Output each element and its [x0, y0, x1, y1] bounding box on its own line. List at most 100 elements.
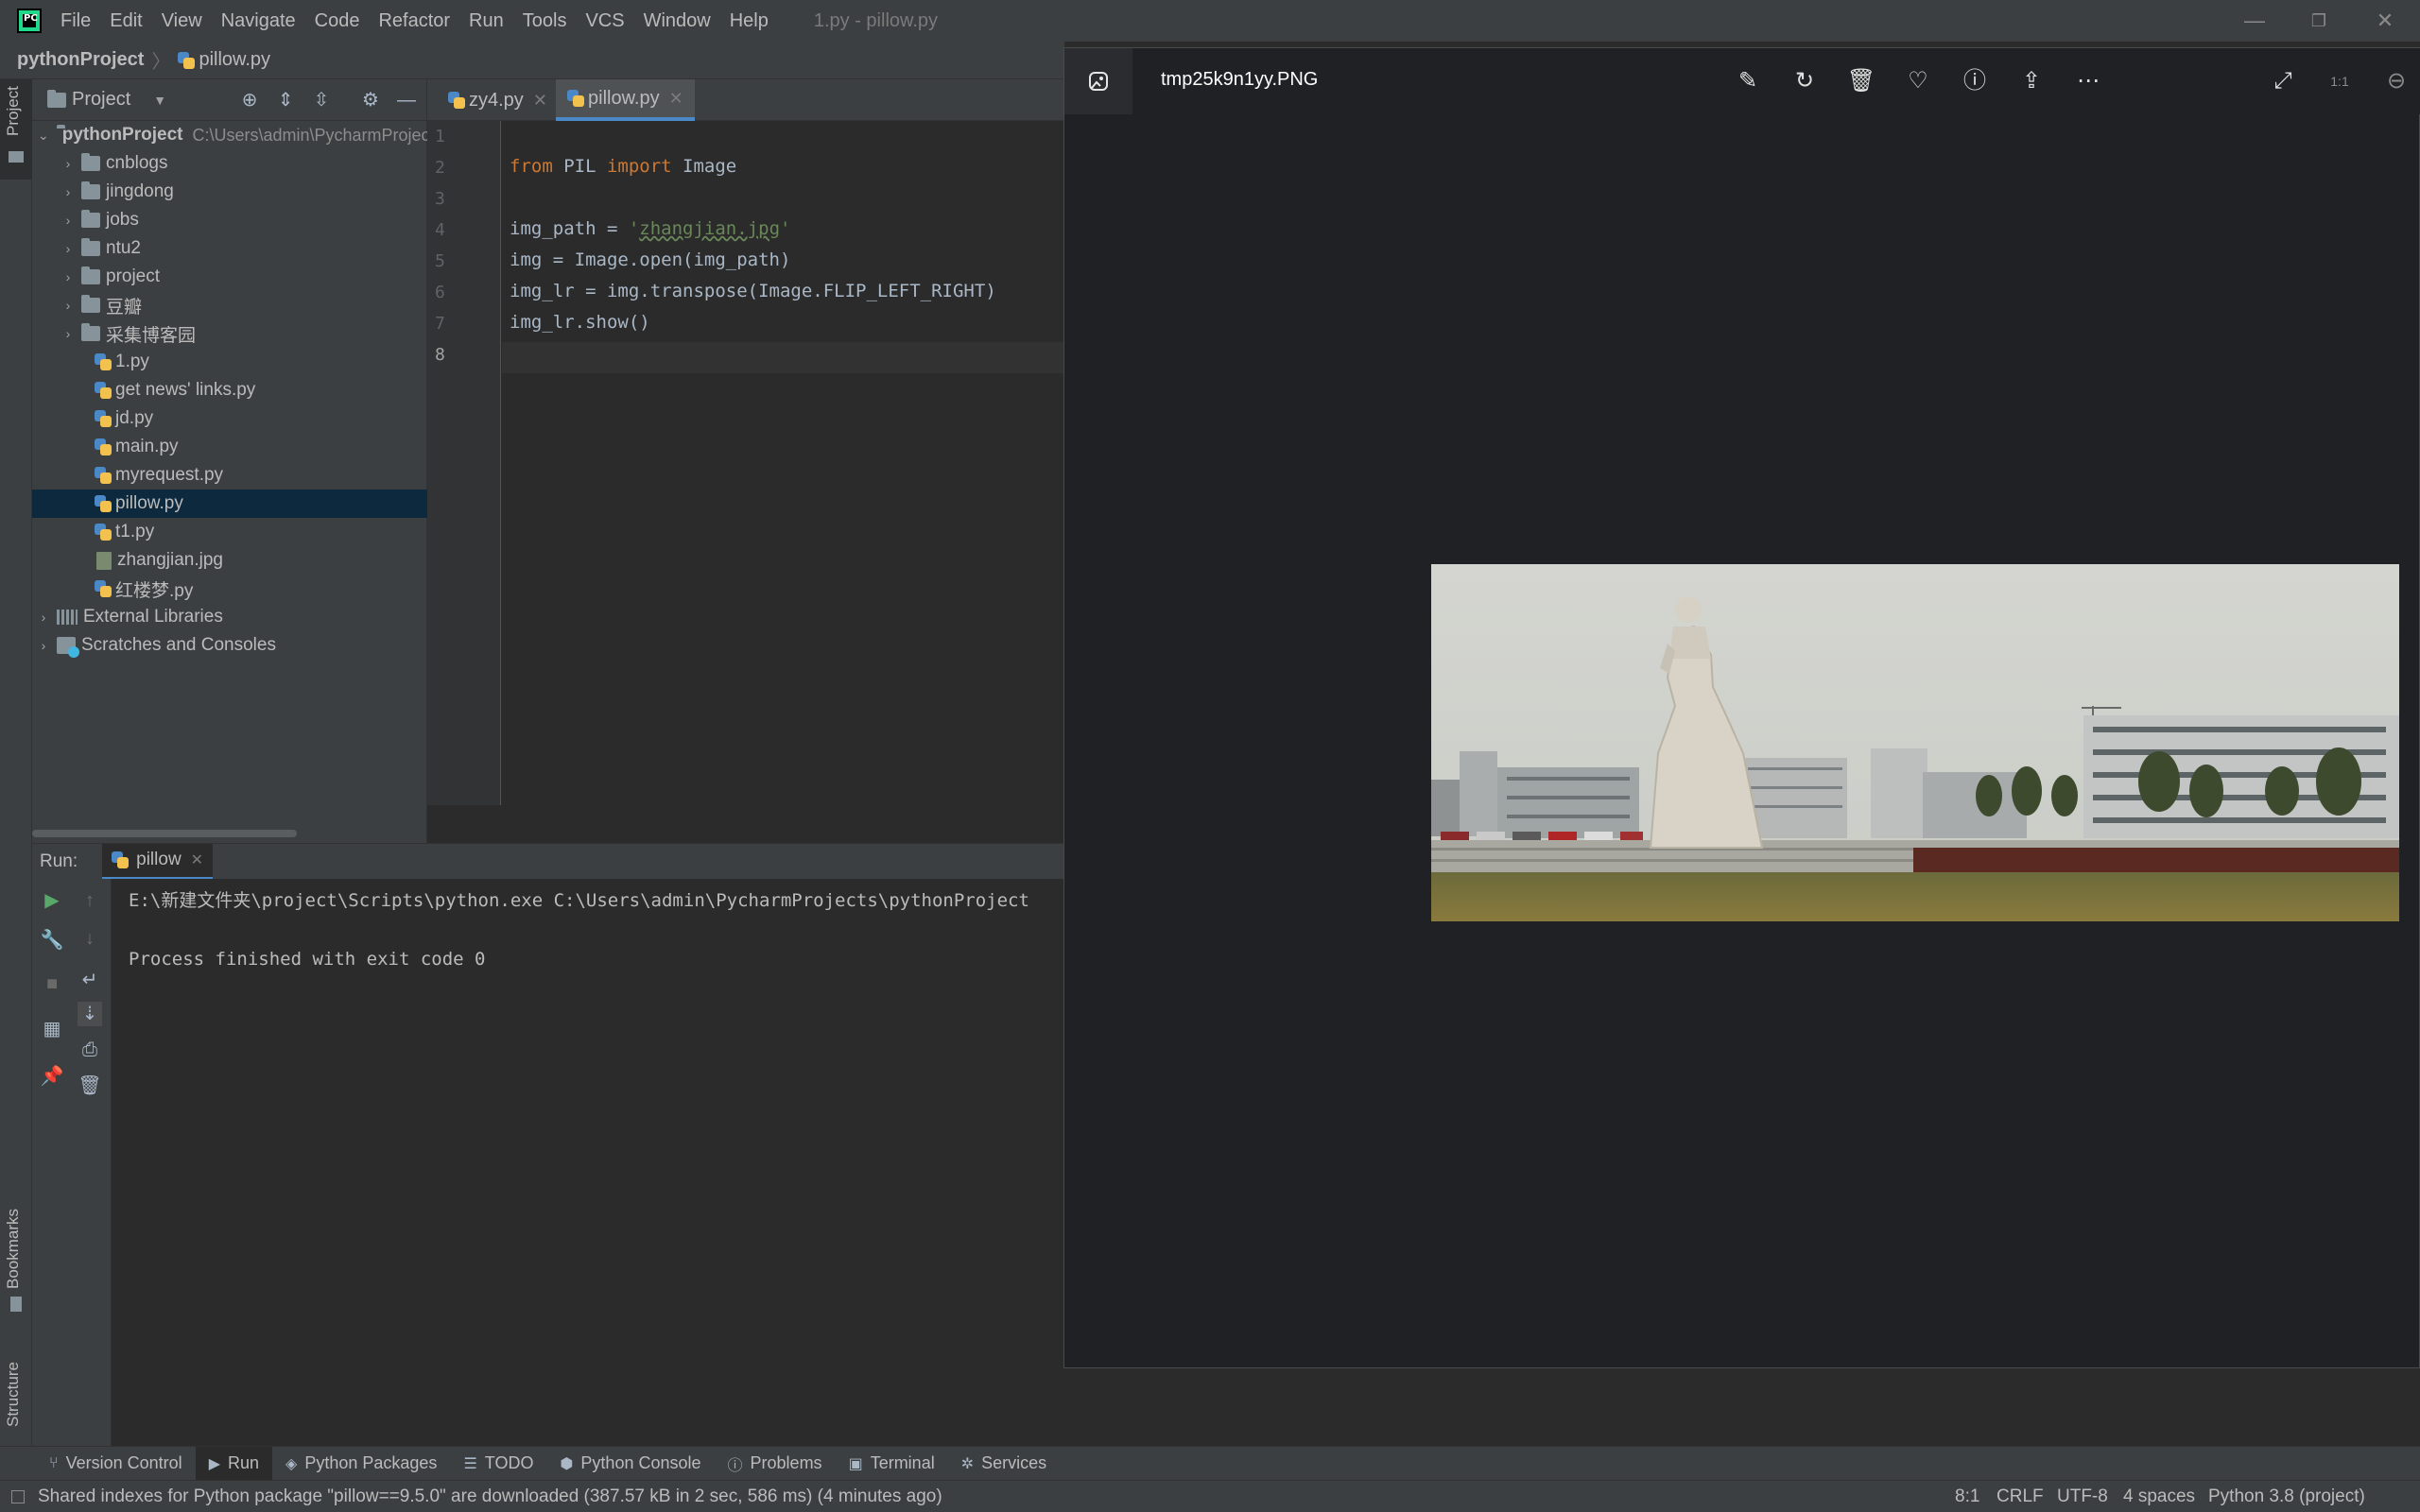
- stop-icon[interactable]: ■: [40, 971, 64, 996]
- menu-view[interactable]: View: [162, 10, 202, 32]
- tree-folder[interactable]: › jobs: [32, 206, 427, 234]
- rerun-icon[interactable]: ▶: [40, 888, 64, 913]
- restore-button[interactable]: ❐: [2286, 0, 2352, 42]
- chevron-right-icon[interactable]: ›: [62, 241, 74, 256]
- arrow-up-icon[interactable]: ↑: [78, 888, 102, 913]
- close-tab-icon[interactable]: ✕: [533, 91, 547, 111]
- collapse-all-icon[interactable]: ⇳: [310, 89, 333, 112]
- tool-windows-toggle-icon[interactable]: [11, 1489, 25, 1503]
- tool-version-control[interactable]: ⑂ Version Control: [36, 1447, 196, 1481]
- chevron-right-icon[interactable]: ›: [38, 610, 49, 625]
- favorite-icon[interactable]: ♡: [1902, 65, 1934, 97]
- caret-position[interactable]: 8:1: [1955, 1481, 1979, 1512]
- edit-icon[interactable]: ✎: [1732, 65, 1764, 97]
- menu-window[interactable]: Window: [644, 10, 711, 32]
- chevron-right-icon[interactable]: ›: [62, 298, 74, 313]
- tree-file[interactable]: 1.py: [32, 348, 427, 376]
- tree-file[interactable]: get news' links.py: [32, 376, 427, 404]
- project-tool-button[interactable]: Project: [0, 79, 32, 180]
- print-icon[interactable]: ⎙: [78, 1038, 102, 1062]
- menu-edit[interactable]: Edit: [110, 10, 142, 32]
- chevron-down-icon[interactable]: ▼: [153, 93, 166, 108]
- tool-terminal[interactable]: ▣ Terminal: [836, 1447, 948, 1481]
- tab-pillow[interactable]: pillow.py ✕: [556, 79, 695, 121]
- menu-help[interactable]: Help: [730, 10, 769, 32]
- menu-navigate[interactable]: Navigate: [221, 10, 296, 32]
- layout-icon[interactable]: ▦: [40, 1017, 64, 1041]
- chevron-right-icon[interactable]: ›: [62, 184, 74, 199]
- tree-external-libraries[interactable]: › External Libraries: [32, 603, 427, 631]
- trash-icon[interactable]: 🗑: [78, 1074, 102, 1098]
- close-tab-icon[interactable]: ✕: [191, 850, 203, 869]
- indent-setting[interactable]: 4 spaces: [2123, 1481, 2195, 1512]
- pin-icon[interactable]: 📌: [40, 1064, 64, 1089]
- rotate-icon[interactable]: ↻: [1789, 65, 1821, 97]
- horizontal-scrollbar[interactable]: [32, 830, 297, 837]
- python-interpreter[interactable]: Python 3.8 (project): [2208, 1481, 2365, 1512]
- fullscreen-icon[interactable]: ⤢: [2267, 65, 2299, 97]
- actual-size-icon[interactable]: 1:1: [2324, 65, 2356, 97]
- wrench-icon[interactable]: 🔧: [40, 928, 64, 953]
- run-config-tab[interactable]: pillow ✕: [102, 843, 214, 880]
- minimize-button[interactable]: —: [2221, 0, 2288, 42]
- tree-file[interactable]: t1.py: [32, 518, 427, 546]
- menu-tools[interactable]: Tools: [523, 10, 567, 32]
- tree-folder[interactable]: › cnblogs: [32, 149, 427, 178]
- tool-problems[interactable]: ⓘ Problems: [715, 1447, 836, 1481]
- chevron-right-icon[interactable]: ›: [62, 269, 74, 284]
- menu-file[interactable]: File: [60, 10, 91, 32]
- expand-all-icon[interactable]: ⇕: [274, 89, 297, 112]
- tree-folder[interactable]: › jingdong: [32, 178, 427, 206]
- menu-run[interactable]: Run: [469, 10, 504, 32]
- tree-file[interactable]: zhangjian.jpg: [32, 546, 427, 575]
- gear-icon[interactable]: ⚙: [359, 89, 382, 112]
- close-tab-icon[interactable]: ✕: [669, 89, 683, 109]
- tool-services[interactable]: ✲ Services: [948, 1447, 1060, 1481]
- tree-folder[interactable]: › ntu2: [32, 234, 427, 263]
- tree-file[interactable]: myrequest.py: [32, 461, 427, 490]
- zoom-out-icon[interactable]: ⊖: [2380, 65, 2412, 97]
- tool-todo[interactable]: ☰ TODO: [450, 1447, 546, 1481]
- hide-icon[interactable]: —: [395, 89, 418, 112]
- line-separator[interactable]: CRLF: [1996, 1481, 2044, 1512]
- displayed-photo[interactable]: [1431, 564, 2399, 921]
- menu-code[interactable]: Code: [315, 10, 360, 32]
- project-view-selector[interactable]: Project: [72, 89, 130, 111]
- menu-refactor[interactable]: Refactor: [378, 10, 450, 32]
- breadcrumb-file[interactable]: pillow.py: [199, 49, 270, 71]
- file-encoding[interactable]: UTF-8: [2057, 1481, 2108, 1512]
- run-console[interactable]: E:\新建文件夹\project\Scripts\python.exe C:\U…: [112, 879, 1064, 1446]
- chevron-right-icon[interactable]: ›: [62, 156, 74, 171]
- tree-file[interactable]: main.py: [32, 433, 427, 461]
- arrow-down-icon[interactable]: ↓: [78, 926, 102, 951]
- scroll-to-end-icon[interactable]: ⇣: [78, 1002, 102, 1026]
- tree-folder[interactable]: › 豆瓣: [32, 291, 427, 319]
- share-icon[interactable]: ⇪: [2015, 65, 2048, 97]
- tree-file[interactable]: jd.py: [32, 404, 427, 433]
- chevron-right-icon[interactable]: ›: [38, 638, 49, 653]
- soft-wrap-icon[interactable]: ↵: [78, 968, 102, 992]
- delete-icon[interactable]: 🗑: [1845, 65, 1877, 97]
- chevron-right-icon[interactable]: ›: [62, 326, 74, 341]
- tree-file-selected[interactable]: pillow.py: [32, 490, 427, 518]
- bookmarks-tool-button[interactable]: Bookmarks: [0, 1194, 32, 1317]
- tree-root[interactable]: ⌄ pythonProject C:\Users\admin\PycharmPr…: [32, 121, 427, 149]
- breadcrumb-project[interactable]: pythonProject: [17, 49, 144, 71]
- chevron-right-icon[interactable]: ›: [62, 213, 74, 228]
- photos-app-icon[interactable]: [1064, 48, 1132, 114]
- tool-python-console[interactable]: ⬢ Python Console: [546, 1447, 714, 1481]
- tree-scratches[interactable]: › Scratches and Consoles: [32, 631, 427, 660]
- status-message[interactable]: Shared indexes for Python package "pillo…: [38, 1486, 942, 1507]
- info-icon[interactable]: ⓘ: [1959, 65, 1991, 97]
- structure-tool-button[interactable]: Structure: [0, 1336, 32, 1440]
- code-editor[interactable]: from PIL import Image img_path = 'zhangj…: [502, 121, 1064, 805]
- locate-icon[interactable]: ⊕: [238, 89, 261, 112]
- chevron-down-icon[interactable]: ⌄: [38, 128, 49, 144]
- tree-folder[interactable]: › 采集博客园: [32, 319, 427, 348]
- tree-file[interactable]: 红楼梦.py: [32, 575, 427, 603]
- tool-python-packages[interactable]: ◈ Python Packages: [272, 1447, 450, 1481]
- tree-folder[interactable]: › project: [32, 263, 427, 291]
- menu-vcs[interactable]: VCS: [585, 10, 624, 32]
- more-icon[interactable]: ⋯: [2072, 65, 2104, 97]
- tab-zy4[interactable]: zy4.py ✕: [437, 79, 559, 121]
